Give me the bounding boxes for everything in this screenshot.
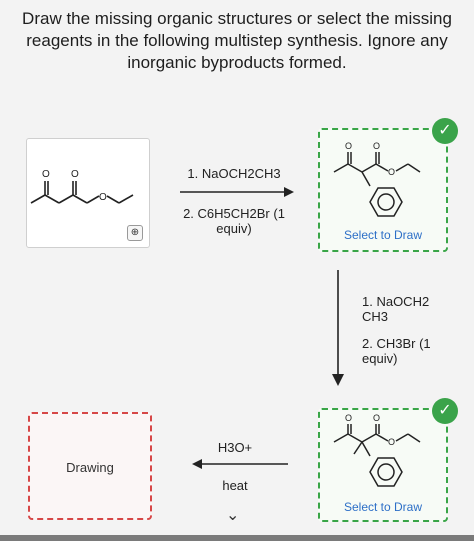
check-icon: ✓ — [432, 398, 458, 424]
svg-text:O: O — [373, 413, 380, 423]
select-to-draw-link-2[interactable]: Select to Draw — [320, 500, 446, 514]
product-1-structure: O O O — [333, 141, 421, 217]
step1-arrow — [180, 187, 294, 197]
step2-reagent-1: 1. NaOCH2 CH3 — [362, 294, 430, 324]
step3-arrow — [192, 459, 288, 469]
product-2-box[interactable]: O O O Select to Draw — [318, 408, 448, 522]
svg-text:O: O — [345, 141, 352, 151]
svg-text:O: O — [345, 413, 352, 423]
svg-text:O: O — [373, 141, 380, 151]
step3-reagent-1: H3O+ — [217, 440, 253, 455]
svg-text:O: O — [99, 192, 107, 203]
step2-reagent-2: 2. CH3Br (1 equiv) — [362, 336, 431, 366]
svg-text:O: O — [42, 169, 50, 180]
svg-text:O: O — [388, 437, 395, 447]
check-icon: ✓ — [432, 118, 458, 144]
chevron-down-icon[interactable]: ⌄ — [226, 505, 239, 525]
product-2-structure: O O O — [333, 413, 421, 487]
step1-reagent-1: 1. NaOCH2CH3 — [187, 166, 281, 181]
step2-arrow — [332, 270, 344, 386]
magnify-icon[interactable]: ⊕ — [127, 225, 143, 241]
svg-text:O: O — [71, 169, 79, 180]
svg-text:O: O — [388, 167, 395, 177]
select-to-draw-link-1[interactable]: Select to Draw — [320, 228, 446, 242]
final-product-drawing-box[interactable]: Drawing — [28, 412, 152, 520]
starting-material-box[interactable]: O O O ⊕ — [26, 138, 150, 248]
drawing-label: Drawing — [66, 460, 114, 475]
step3-reagent-2: heat — [222, 478, 248, 493]
dock-bar — [0, 535, 474, 541]
product-1-box[interactable]: O O O Select to Draw — [318, 128, 448, 252]
step1-reagent-2: 2. C6H5CH2Br (1 equiv) — [183, 206, 285, 236]
instructions-text: Draw the missing organic structures or s… — [22, 9, 452, 72]
